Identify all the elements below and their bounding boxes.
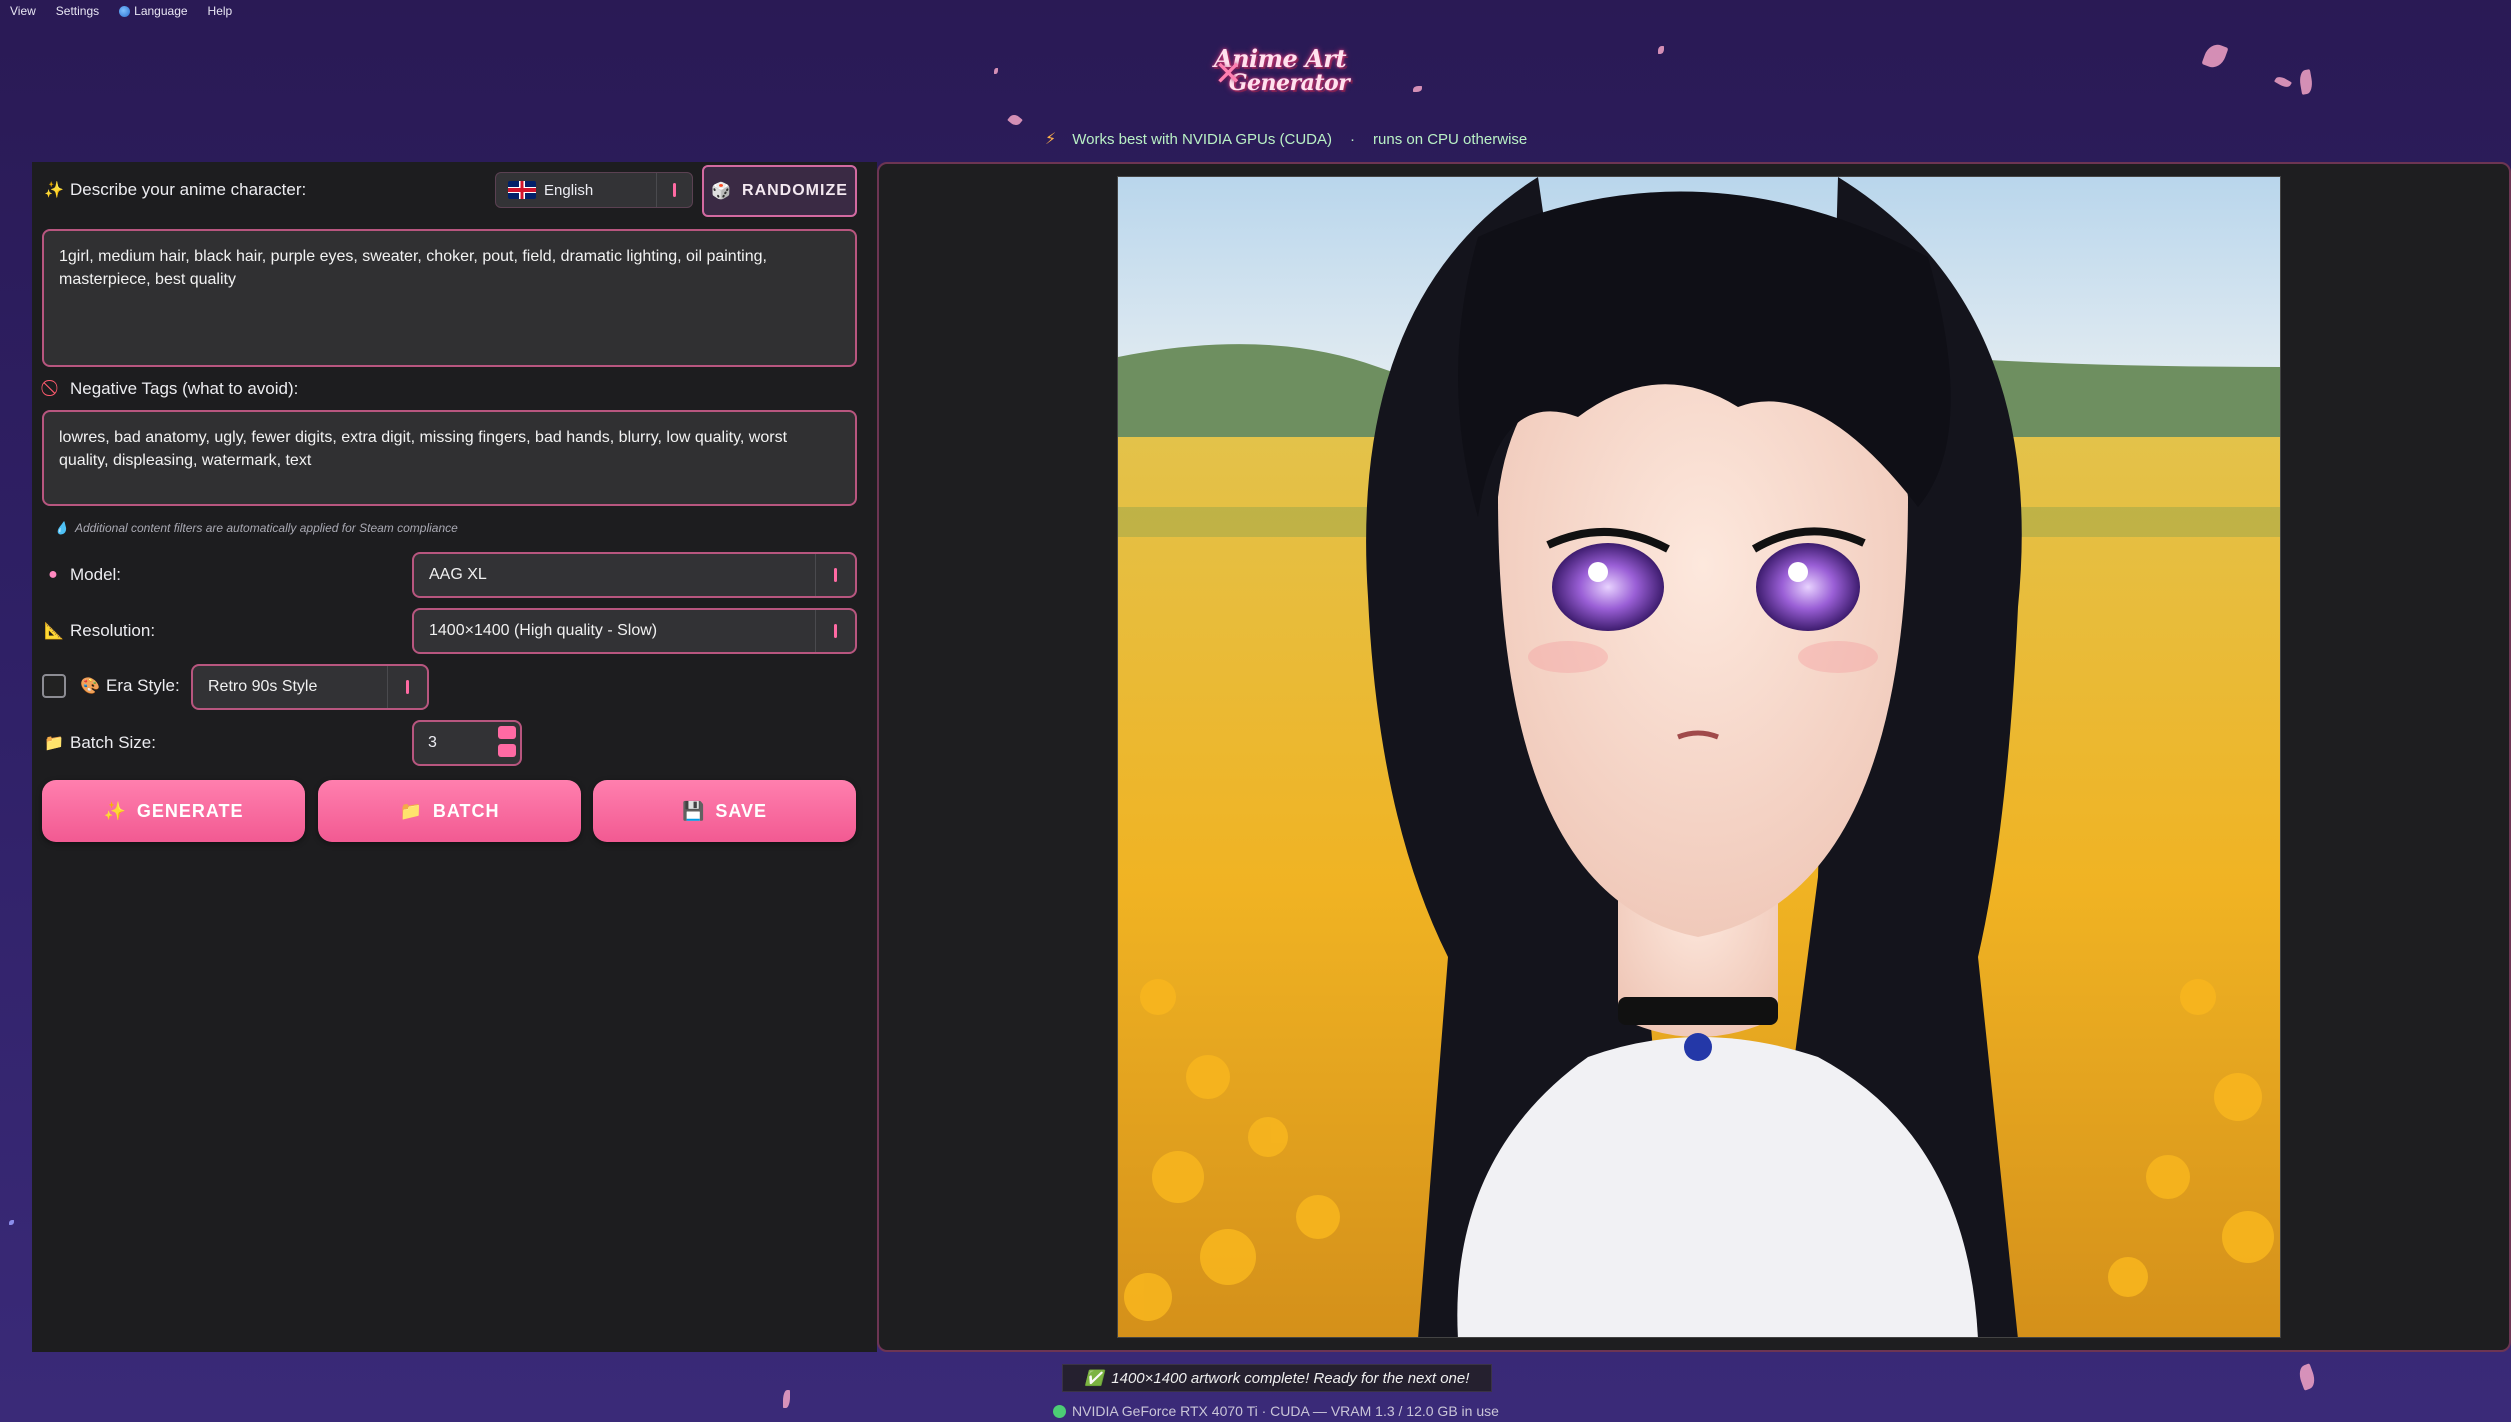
petal-decoration xyxy=(994,68,998,74)
compliance-note: 💧 Additional content filters are automat… xyxy=(54,521,458,535)
petal-decoration xyxy=(2274,74,2292,90)
brush-icon: ✕ xyxy=(1214,55,1243,93)
negative-label: Negative Tags (what to avoid): xyxy=(70,379,299,398)
folder-icon: 📁 xyxy=(399,800,423,821)
dropdown-handle-icon xyxy=(815,610,855,652)
gpu-hint-part2: runs on CPU otherwise xyxy=(1373,130,1528,148)
ruler-icon: 📐 xyxy=(44,623,64,640)
model-select[interactable]: AAG XL xyxy=(412,552,857,598)
prompt-label-row: ✨ Describe your anime character: xyxy=(44,180,306,200)
lightning-icon: ⚡ xyxy=(1045,131,1057,148)
prompt-input[interactable]: 1girl, medium hair, black hair, purple e… xyxy=(42,229,857,367)
prohibited-icon: ⃠ xyxy=(44,380,62,398)
status-dot-icon xyxy=(1053,1404,1066,1418)
menu-settings[interactable]: Settings xyxy=(56,4,99,18)
era-label-row: 🎨 Era Style: xyxy=(80,676,180,696)
menu-language[interactable]: Language xyxy=(119,4,188,18)
resolution-label: Resolution: xyxy=(70,621,156,640)
compliance-note-text: Additional content filters are automatic… xyxy=(74,521,458,535)
dropdown-handle-icon xyxy=(656,173,692,207)
save-label: SAVE xyxy=(715,800,768,821)
anime-girl-illustration xyxy=(1118,177,2280,1337)
control-panel: ✨ Describe your anime character: English… xyxy=(32,162,877,1352)
menu-bar: View Settings Language Help xyxy=(0,0,232,22)
petal-decoration xyxy=(2201,41,2229,71)
dropdown-handle-icon xyxy=(387,666,427,708)
menu-view[interactable]: View xyxy=(10,4,36,18)
negative-input[interactable]: lowres, bad anatomy, ugly, fewer digits,… xyxy=(42,410,857,506)
save-button[interactable]: 💾 SAVE xyxy=(593,780,856,842)
era-style-select[interactable]: Retro 90s Style xyxy=(191,664,429,710)
negative-label-row: ⃠ Negative Tags (what to avoid): xyxy=(44,379,298,399)
batch-label: Batch Size: xyxy=(70,733,156,752)
gpu-hint: ⚡ Works best with NVIDIA GPUs (CUDA) · r… xyxy=(1045,129,1527,149)
model-label-row: ● Model: xyxy=(44,565,121,585)
batch-label-row: 📁 Batch Size: xyxy=(44,733,156,753)
generate-button[interactable]: ✨ GENERATE xyxy=(42,780,305,842)
era-style-checkbox[interactable] xyxy=(42,674,66,698)
language-select[interactable]: English xyxy=(495,172,693,208)
stepper-buttons xyxy=(498,726,516,757)
generate-label: GENERATE xyxy=(136,800,244,821)
era-label: Era Style: xyxy=(106,676,180,695)
model-select-value: AAG XL xyxy=(429,566,487,583)
info-icon: 💧 xyxy=(54,521,69,535)
petal-decoration xyxy=(9,1220,14,1225)
globe-icon xyxy=(119,5,131,17)
randomize-button[interactable]: 🎲 RANDOMIZE xyxy=(702,165,857,217)
language-select-value: English xyxy=(544,181,594,199)
folder-icon: 📁 xyxy=(44,735,64,752)
menu-help[interactable]: Help xyxy=(208,4,233,18)
model-label: Model: xyxy=(70,565,122,584)
batch-size-stepper[interactable]: 3 xyxy=(412,720,522,766)
batch-size-value: 3 xyxy=(428,734,437,751)
floppy-icon: 💾 xyxy=(681,800,706,821)
resolution-select[interactable]: 1400×1400 (High quality - Slow) xyxy=(412,608,857,654)
palette-icon: 🎨 xyxy=(80,678,100,695)
gpu-hint-part1: Works best with NVIDIA GPUs (CUDA) xyxy=(1072,130,1333,148)
petal-decoration xyxy=(783,1390,790,1408)
brain-icon: ● xyxy=(48,566,58,583)
randomize-label: RANDOMIZE xyxy=(742,182,848,199)
era-style-value: Retro 90s Style xyxy=(208,678,318,695)
gpu-hint-separator: · xyxy=(1350,130,1356,148)
prompt-label: Describe your anime character: xyxy=(70,180,307,199)
resolution-label-row: 📐 Resolution: xyxy=(44,621,155,641)
gpu-status-text: NVIDIA GeForce RTX 4070 Ti · CUDA — VRAM… xyxy=(1072,1403,1499,1419)
uk-flag-icon xyxy=(508,181,536,199)
petal-decoration xyxy=(1658,46,1664,54)
status-message-text: 1400×1400 artwork complete! Ready for th… xyxy=(1111,1369,1470,1387)
dice-icon: 🎲 xyxy=(711,183,733,200)
petal-decoration xyxy=(2296,1363,2318,1391)
menu-language-label: Language xyxy=(134,4,188,18)
sparkles-icon: ✨ xyxy=(44,182,64,199)
batch-button[interactable]: 📁 BATCH xyxy=(318,780,581,842)
resolution-select-value: 1400×1400 (High quality - Slow) xyxy=(429,622,658,639)
batch-button-label: BATCH xyxy=(432,800,500,821)
app-logo: ✕ Anime Art Generator xyxy=(1210,40,1350,102)
output-panel xyxy=(877,162,2511,1352)
petal-decoration xyxy=(1007,112,1023,128)
petal-decoration xyxy=(2298,69,2314,95)
sparkles-icon: ✨ xyxy=(103,800,127,821)
generated-artwork[interactable] xyxy=(1117,176,2281,1338)
check-icon: ✅ xyxy=(1084,1370,1104,1387)
gpu-status: NVIDIA GeForce RTX 4070 Ti · CUDA — VRAM… xyxy=(1053,1403,1499,1419)
dropdown-handle-icon xyxy=(815,554,855,596)
status-message: ✅ 1400×1400 artwork complete! Ready for … xyxy=(1062,1364,1492,1392)
increment-button[interactable] xyxy=(498,726,516,739)
petal-decoration xyxy=(1413,86,1422,92)
decrement-button[interactable] xyxy=(498,744,516,757)
logo-line2: Generator xyxy=(1228,70,1350,96)
